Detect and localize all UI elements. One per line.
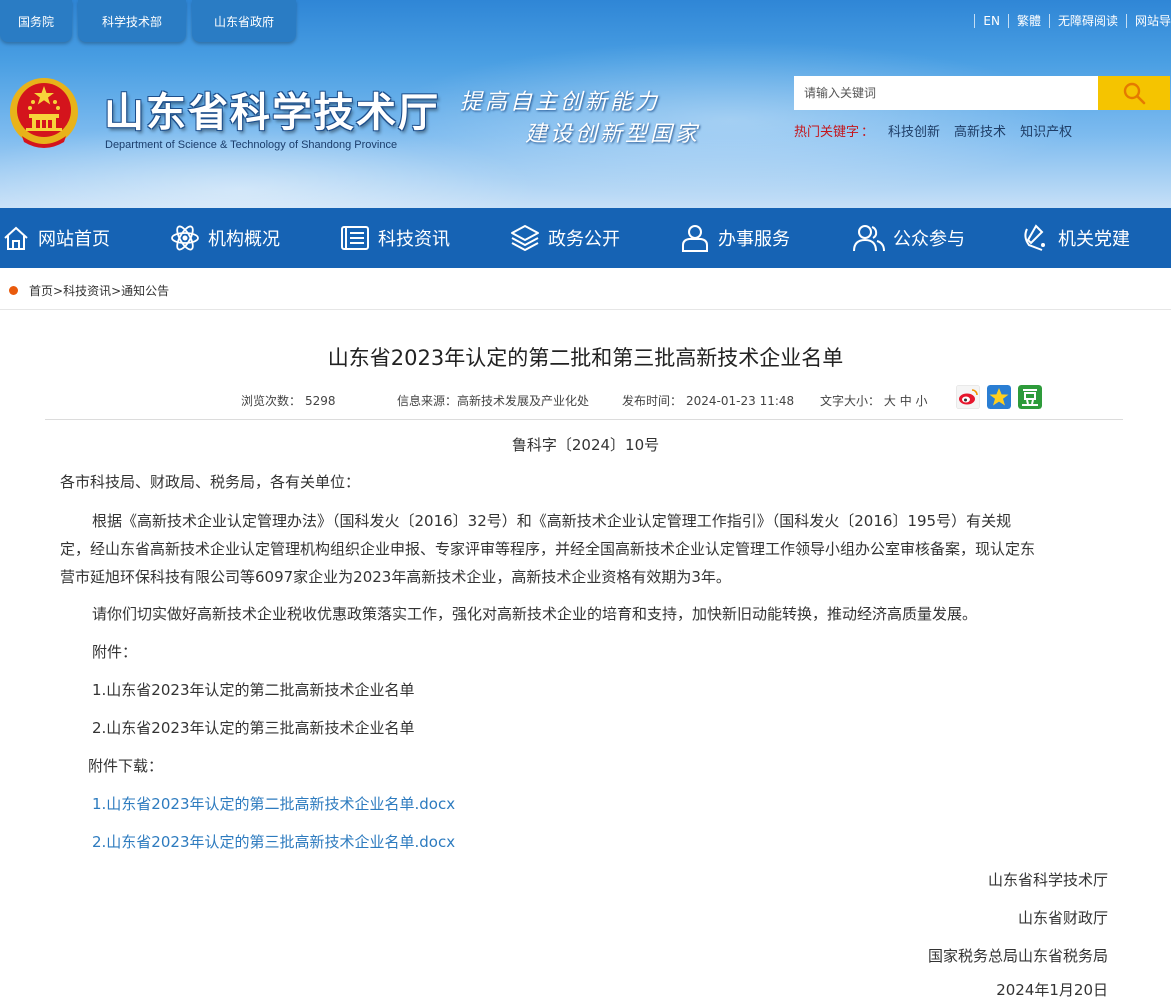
top-links: EN 繁體 无障碍阅读 网站导航	[966, 12, 1171, 29]
breadcrumb-news[interactable]: 科技资讯	[63, 282, 111, 299]
search-icon	[1123, 82, 1146, 105]
home-icon	[4, 226, 28, 250]
signer-2: 山东省财政厅	[1017, 909, 1108, 927]
slogan-line-2: 建设创新型国家	[525, 122, 701, 147]
weibo-share-icon[interactable]	[956, 385, 980, 409]
user-service-icon	[682, 225, 708, 252]
people-icon	[853, 225, 885, 252]
search-button[interactable]	[1098, 76, 1170, 110]
paragraph-1-line-1: 根据《高新技术企业认定管理办法》（国科发火〔2016〕32号）和《高新技术企业认…	[92, 512, 1012, 530]
attachment-label: 附件：	[92, 643, 138, 661]
slogan-line-1: 提高自主创新能力	[460, 90, 661, 115]
download-label: 附件下载：	[88, 757, 164, 775]
ext-link-state-council[interactable]: 国务院	[0, 0, 72, 42]
divider	[45, 419, 1123, 420]
breadcrumb: 首页 > 科技资讯 > 通知公告	[9, 282, 169, 299]
publish-time: 发布时间： 2024-01-23 11:48	[622, 394, 795, 408]
font-size-medium[interactable]: 中	[900, 394, 912, 408]
nav-item-participation[interactable]: 公众参与	[853, 208, 965, 268]
douban-share-icon[interactable]	[1018, 385, 1042, 409]
site-subtitle: Department of Science & Technology of Sh…	[105, 139, 398, 151]
signer-3: 国家税务总局山东省税务局	[927, 947, 1108, 965]
site-title: 山东省科学技术厅	[104, 89, 440, 136]
breadcrumb-dot-icon	[9, 286, 18, 295]
news-icon	[341, 226, 369, 250]
nav-item-news[interactable]: 科技资讯	[340, 208, 450, 268]
qzone-share-icon[interactable]	[987, 385, 1011, 409]
hot-keywords: 热门关键字： 科技创新 高新技术 知识产权	[794, 121, 1072, 140]
font-size-small[interactable]: 小	[916, 394, 928, 408]
paragraph-1-line-3: 营市延旭环保科技有限公司等6097家企业为2023年高新技术企业，高新技术企业资…	[60, 568, 731, 586]
hot-keyword[interactable]: 知识产权	[1020, 121, 1072, 140]
document-number: 鲁科字〔2024〕10号	[511, 436, 660, 454]
party-icon	[1024, 224, 1045, 251]
breadcrumb-home[interactable]: 首页	[29, 282, 53, 299]
accessibility-link[interactable]: 无障碍阅读	[1058, 12, 1118, 29]
download-link-2[interactable]: 2.山东省2023年认定的第三批高新技术企业名单.docx	[92, 827, 455, 857]
hot-keywords-label: 热门关键字	[794, 125, 860, 140]
attachment-item: 1.山东省2023年认定的第二批高新技术企业名单	[92, 681, 415, 699]
hot-keyword[interactable]: 科技创新	[888, 121, 940, 140]
salutation: 各市科技局、财政局、税务局，各有关单位：	[60, 473, 361, 491]
signer-1: 山东省科学技术厅	[987, 871, 1108, 889]
ext-link-most[interactable]: 科学技术部	[78, 0, 186, 42]
article-title: 山东省2023年认定的第二批和第三批高新技术企业名单	[327, 346, 844, 370]
font-size-control: 文字大小： 大 中 小	[820, 394, 928, 408]
layers-icon	[511, 225, 539, 251]
header-banner: 国务院 科学技术部 山东省政府 EN 繁體 无障碍阅读 网站导航 山东省科学技术…	[0, 0, 1171, 208]
search-box	[794, 76, 1170, 110]
paragraph-1-line-2: 定，经山东省高新技术企业认定管理机构组织企业申报、专家评审等程序，并经全国高新技…	[60, 540, 1036, 558]
atom-icon	[171, 225, 199, 251]
paragraph-2: 请你们切实做好高新技术企业税收优惠政策落实工作，强化对高新技术企业的培育和支持，…	[92, 605, 978, 623]
info-source: 信息来源：高新技术发展及产业化处	[397, 394, 590, 408]
traditional-chinese-link[interactable]: 繁體	[1017, 12, 1041, 29]
download-link-1[interactable]: 1.山东省2023年认定的第二批高新技术企业名单.docx	[92, 789, 455, 819]
font-size-large[interactable]: 大	[884, 394, 896, 408]
hot-keyword[interactable]: 高新技术	[954, 121, 1006, 140]
view-count: 浏览次数： 5298	[241, 394, 336, 408]
search-input[interactable]	[794, 76, 1098, 110]
nav-item-home[interactable]: 网站首页	[2, 208, 110, 268]
attachment-item: 2.山东省2023年认定的第三批高新技术企业名单	[92, 719, 415, 737]
nav-item-gov-affairs[interactable]: 政务公开	[510, 208, 620, 268]
nav-item-party[interactable]: 机关党建	[1020, 208, 1130, 268]
lang-en-link[interactable]: EN	[983, 14, 1000, 28]
main-nav: 网站首页 机构概况 科技资讯 政务公开 办事服务 公众参与 机关党建	[0, 208, 1171, 268]
breadcrumb-notices[interactable]: 通知公告	[121, 282, 169, 299]
sign-date: 2024年1月20日	[996, 981, 1108, 999]
nav-item-about[interactable]: 机构概况	[170, 208, 280, 268]
site-nav-link[interactable]: 网站导航	[1135, 12, 1171, 29]
nav-item-services[interactable]: 办事服务	[680, 208, 790, 268]
ext-link-provincial-gov[interactable]: 山东省政府	[192, 0, 296, 42]
national-emblem-icon	[10, 78, 78, 148]
divider	[0, 309, 1171, 310]
